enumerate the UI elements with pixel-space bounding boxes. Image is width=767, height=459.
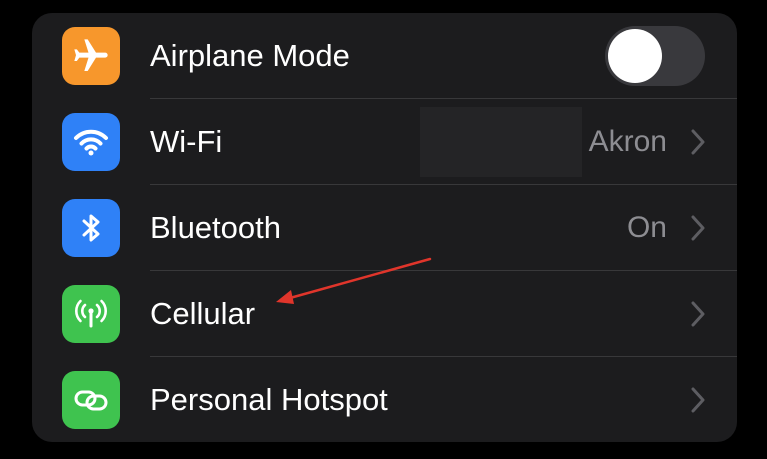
chevron-right-icon xyxy=(691,301,705,327)
redacted-area xyxy=(420,107,582,177)
airplane-mode-toggle[interactable] xyxy=(605,26,705,86)
settings-panel: Airplane Mode Wi-Fi Akron Bluetooth On C… xyxy=(32,13,737,442)
cellular-label: Cellular xyxy=(150,296,256,331)
row-airplane-mode: Airplane Mode xyxy=(32,13,737,99)
chevron-right-icon xyxy=(691,215,705,241)
airplane-icon xyxy=(62,27,120,85)
row-personal-hotspot[interactable]: Personal Hotspot xyxy=(32,357,737,442)
bluetooth-icon xyxy=(62,199,120,257)
chevron-right-icon xyxy=(691,387,705,413)
row-cellular[interactable]: Cellular xyxy=(32,271,737,357)
personal-hotspot-label: Personal Hotspot xyxy=(150,382,388,417)
bluetooth-status-value: On xyxy=(626,211,667,244)
row-wifi[interactable]: Wi-Fi Akron xyxy=(32,99,737,185)
wifi-label: Wi-Fi xyxy=(150,124,223,159)
wifi-network-value: Akron xyxy=(588,125,667,158)
row-bluetooth[interactable]: Bluetooth On xyxy=(32,185,737,271)
toggle-knob xyxy=(608,29,662,83)
chevron-right-icon xyxy=(691,129,705,155)
bluetooth-label: Bluetooth xyxy=(150,210,281,245)
wifi-icon xyxy=(62,113,120,171)
link-icon xyxy=(62,371,120,429)
antenna-icon xyxy=(62,285,120,343)
airplane-mode-label: Airplane Mode xyxy=(150,38,350,73)
